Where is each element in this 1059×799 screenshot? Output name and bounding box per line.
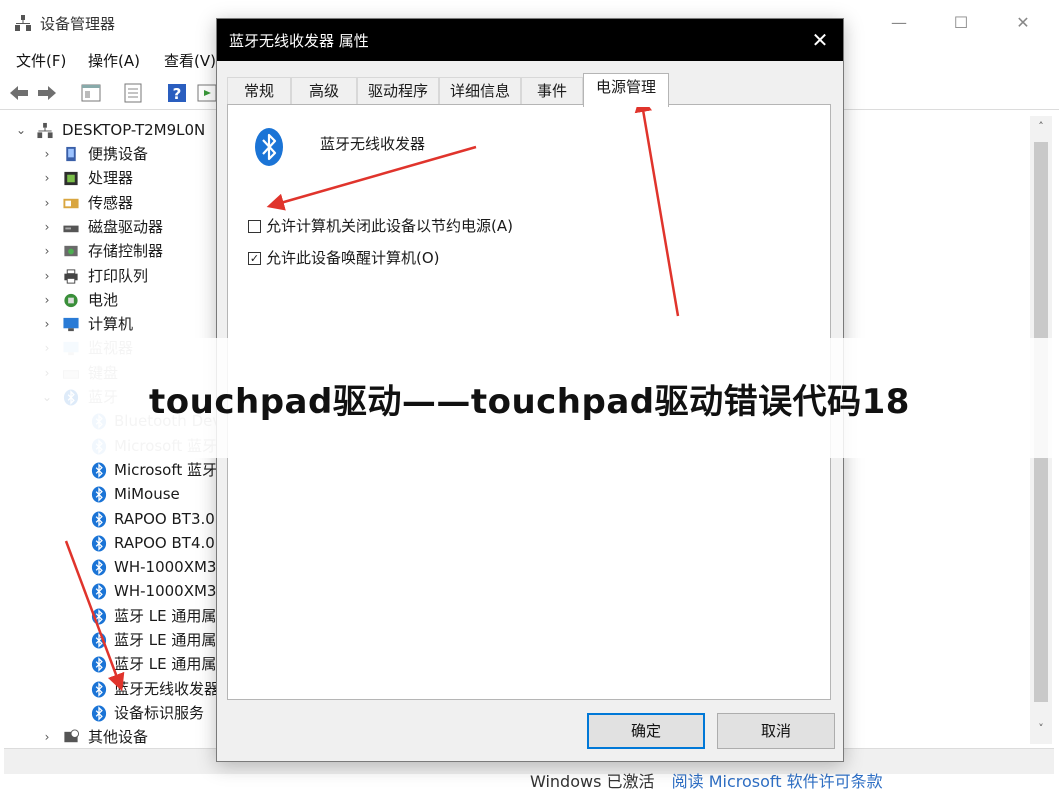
scroll-up-button[interactable]: ˄ xyxy=(1030,120,1052,138)
storage-controller-icon xyxy=(64,246,78,257)
expand-chevron-icon[interactable]: › xyxy=(40,142,54,166)
tree-item-label: 设备标识服务 xyxy=(114,703,205,722)
tab-power-management[interactable]: 电源管理 xyxy=(583,73,669,107)
tree-item-label: 便携设备 xyxy=(88,145,149,163)
tab-advanced[interactable]: 高级 xyxy=(291,77,357,105)
bluetooth-icon xyxy=(91,462,107,479)
tree-item-label: RAPOO BT3.0 xyxy=(114,509,215,528)
expand-chevron-icon[interactable]: › xyxy=(40,725,54,744)
help-icon[interactable]: ? xyxy=(166,82,188,104)
title-banner: touchpad驱动——touchpad驱动错误代码18 xyxy=(0,338,1059,458)
expand-chevron-icon[interactable]: › xyxy=(40,288,54,312)
tree-item-label: MiMouse xyxy=(114,485,180,504)
forward-arrow-icon[interactable] xyxy=(36,82,58,104)
tree-item-label: WH-1000XM3 xyxy=(114,558,217,577)
tab-events[interactable]: 事件 xyxy=(521,77,583,105)
tree-item-label: 蓝牙 LE 通用属 xyxy=(114,655,217,674)
allow-wake-checkbox[interactable]: ✓ xyxy=(248,252,261,265)
bluetooth-icon xyxy=(91,656,107,673)
tab-details[interactable]: 详细信息 xyxy=(439,77,521,105)
tree-item-label: Microsoft 蓝牙 xyxy=(114,460,218,479)
tree-item-label: 蓝牙 LE 通用属 xyxy=(114,631,217,649)
allow-power-off-checkbox[interactable] xyxy=(248,220,261,233)
tree-item-label: 其他设备 xyxy=(88,728,149,744)
tree-item-label: 处理器 xyxy=(88,169,134,188)
printer-icon xyxy=(64,268,78,284)
tree-item-label: 蓝牙无线收发器 xyxy=(114,679,220,698)
license-terms-link[interactable]: 阅读 Microsoft 软件许可条款 xyxy=(672,772,883,791)
expand-chevron-icon[interactable]: › xyxy=(40,264,54,288)
scroll-down-button[interactable]: ˅ xyxy=(1030,722,1052,740)
computer-icon xyxy=(63,317,79,332)
tree-item-label: WH-1000XM3 xyxy=(114,582,217,601)
dialog-titlebar: 蓝牙无线收发器 属性 ✕ xyxy=(217,19,843,61)
tree-item-label: DESKTOP-T2M9L0N xyxy=(62,121,206,139)
minimize-button[interactable]: — xyxy=(884,10,914,36)
dialog-close-button[interactable]: ✕ xyxy=(807,27,833,53)
cancel-button[interactable]: 取消 xyxy=(717,713,835,749)
expand-chevron-icon[interactable]: › xyxy=(40,312,54,336)
battery-icon xyxy=(64,293,78,307)
allow-power-off-label: 允许计算机关闭此设备以节约电源(A) xyxy=(266,217,513,235)
bluetooth-icon xyxy=(91,583,107,600)
allow-wake-label: 允许此设备唤醒计算机(O) xyxy=(266,249,440,267)
disk-drive-icon xyxy=(63,225,79,233)
menu-view[interactable]: 查看(V) xyxy=(164,50,216,71)
tree-item-label: 电池 xyxy=(88,290,119,309)
tree-item-label: RAPOO BT4.0 xyxy=(114,533,215,552)
bluetooth-icon xyxy=(91,632,107,649)
dialog-tabs: 常规 高级 驱动程序 详细信息 事件 电源管理 xyxy=(227,73,833,107)
processor-icon xyxy=(64,172,78,186)
bluetooth-icon xyxy=(91,535,107,552)
tree-item-label: 存储控制器 xyxy=(88,242,164,261)
tab-general[interactable]: 常规 xyxy=(227,77,291,105)
expand-chevron-icon[interactable]: › xyxy=(40,215,54,239)
computer-tree-icon xyxy=(37,122,53,139)
bluetooth-icon xyxy=(91,559,107,576)
banner-title: touchpad驱动——touchpad驱动错误代码18 xyxy=(149,382,910,422)
expand-chevron-icon[interactable]: ⌄ xyxy=(14,118,28,142)
show-hide-tree-icon[interactable] xyxy=(80,82,102,104)
device-manager-title: 设备管理器 xyxy=(40,15,116,33)
bluetooth-icon xyxy=(91,608,107,625)
tree-item-label: 打印队列 xyxy=(88,266,149,285)
tab-driver[interactable]: 驱动程序 xyxy=(357,77,439,105)
activation-status: Windows 已激活 xyxy=(530,772,655,791)
other-devices-icon xyxy=(64,729,80,743)
bluetooth-icon xyxy=(255,128,283,166)
svg-text:?: ? xyxy=(173,85,182,103)
back-arrow-icon[interactable] xyxy=(8,82,30,104)
menu-file[interactable]: 文件(F) xyxy=(16,50,66,71)
expand-chevron-icon[interactable]: › xyxy=(40,239,54,263)
activation-notice: Windows 已激活 阅读 Microsoft 软件许可条款 xyxy=(530,768,883,792)
close-window-button[interactable]: ✕ xyxy=(1008,10,1038,36)
tree-item-label: 磁盘驱动器 xyxy=(88,217,164,236)
sensor-icon xyxy=(63,198,79,208)
bluetooth-icon xyxy=(91,510,107,528)
portable-device-icon xyxy=(66,146,76,162)
tree-item-label: 计算机 xyxy=(88,315,134,334)
bluetooth-icon xyxy=(91,681,107,698)
bluetooth-icon xyxy=(91,486,107,503)
run-icon[interactable] xyxy=(196,82,218,104)
menu-action[interactable]: 操作(A) xyxy=(88,50,140,71)
dialog-title: 蓝牙无线收发器 属性 xyxy=(229,32,369,50)
ok-button[interactable]: 确定 xyxy=(587,713,705,749)
bluetooth-icon xyxy=(91,705,107,722)
device-manager-icon xyxy=(15,15,31,31)
expand-chevron-icon[interactable]: › xyxy=(40,191,54,215)
device-name: 蓝牙无线收发器 xyxy=(320,135,426,153)
tree-item-label: 蓝牙 LE 通用属 xyxy=(114,606,217,625)
expand-chevron-icon[interactable]: › xyxy=(40,166,54,190)
tree-item-label: 传感器 xyxy=(88,193,134,212)
properties-icon[interactable] xyxy=(122,82,144,104)
maximize-button[interactable]: ☐ xyxy=(946,10,976,36)
